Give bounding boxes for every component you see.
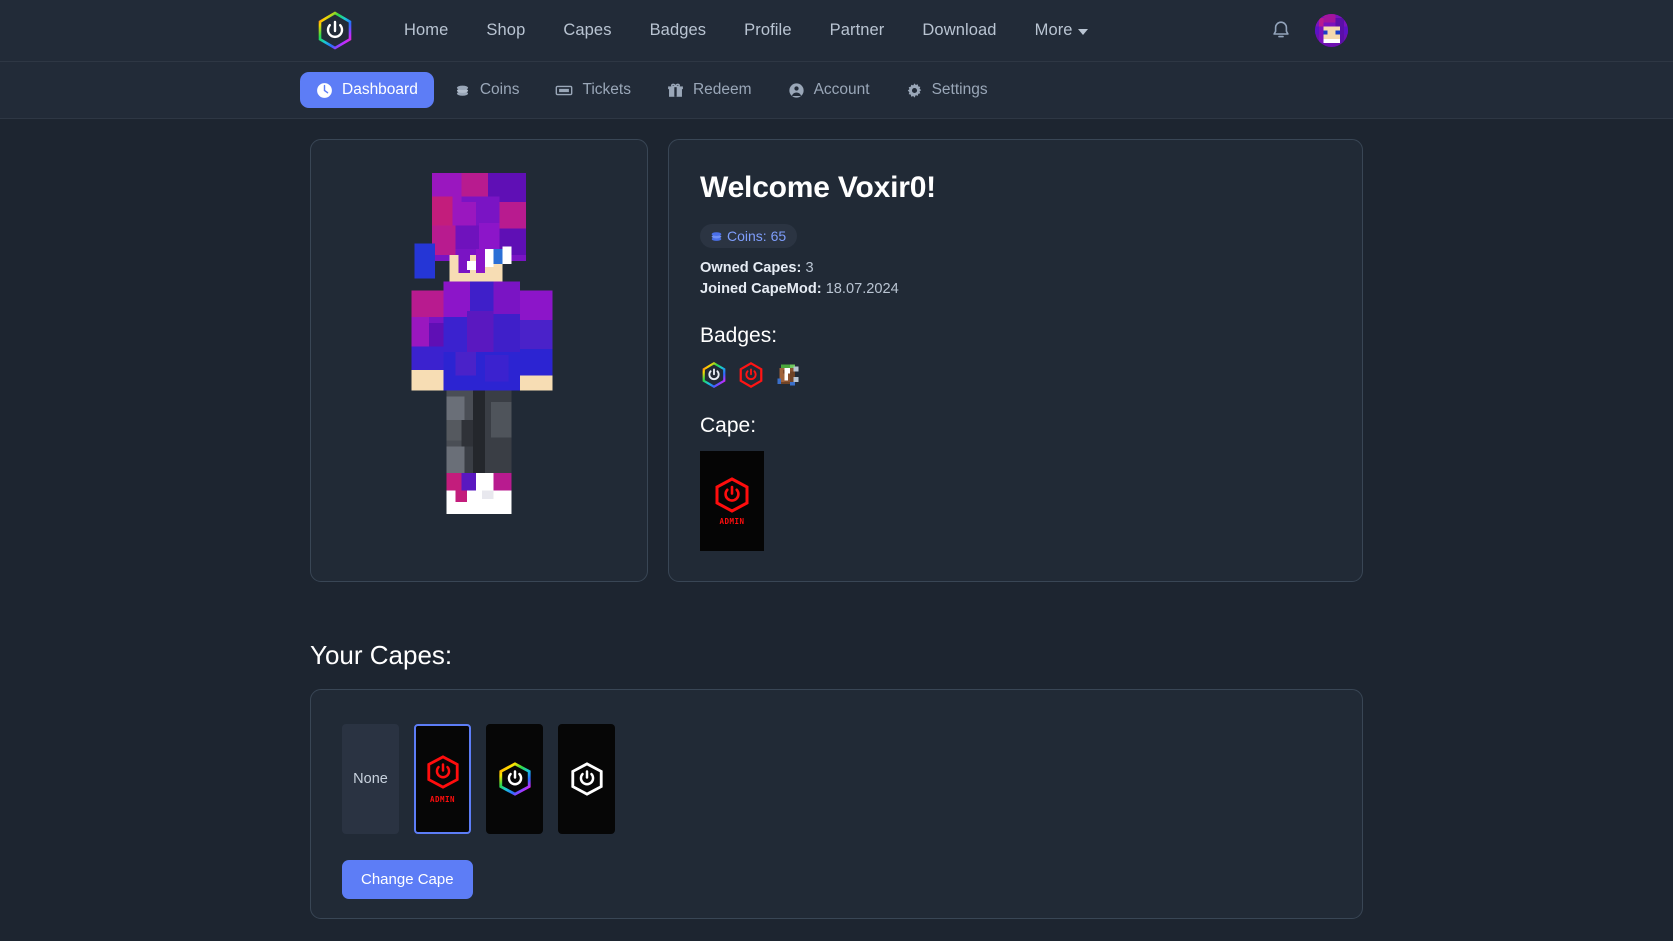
joined-value: 18.07.2024	[825, 280, 899, 297]
cape-option-admin[interactable]: ADMIN	[414, 724, 471, 834]
white-hexagon-icon	[570, 762, 603, 796]
badges-row	[700, 361, 1362, 389]
rainbow-hexagon-icon	[498, 762, 531, 796]
coins-icon	[456, 85, 468, 96]
profile-summary-card: Welcome Voxir0! Coins: 65 Owned Capes: 3…	[668, 139, 1363, 582]
cape-option-rainbow[interactable]	[486, 724, 543, 834]
current-cape-label: ADMIN	[719, 517, 745, 527]
nav-right-cluster	[1269, 14, 1673, 47]
ticket-icon	[556, 85, 573, 95]
nav-item-capes[interactable]: Capes	[544, 15, 630, 46]
admin-hexagon-icon	[426, 755, 459, 789]
coins-badge-label: Coins: 65	[727, 228, 787, 244]
subnav-label-coins: Coins	[479, 81, 520, 98]
avatar-skin-icon	[1315, 14, 1348, 47]
subnav-label-redeem: Redeem	[692, 81, 752, 98]
owned-capes-value: 3	[805, 260, 814, 276]
capes-options-row: None ADMIN	[342, 724, 1362, 834]
coins-badge[interactable]: Coins: 65	[700, 224, 798, 248]
dashboard-top-row: Welcome Voxir0! Coins: 65 Owned Capes: 3…	[0, 119, 1673, 582]
coins-icon	[711, 231, 722, 241]
subnav-label-settings: Settings	[931, 81, 988, 98]
skin-preview-card	[310, 139, 648, 582]
minecraft-skin-render	[411, 172, 553, 514]
cape-option-white[interactable]	[558, 724, 615, 834]
cape-heading: Cape:	[700, 414, 757, 438]
page-title: Welcome Voxir0!	[700, 171, 936, 204]
bell-icon[interactable]	[1269, 19, 1293, 43]
pixel-item-badge-icon[interactable]	[774, 361, 802, 389]
subnav-item-redeem[interactable]: Redeem	[651, 72, 768, 108]
cape-option-none[interactable]: None	[342, 724, 399, 834]
nav-item-profile[interactable]: Profile	[725, 15, 810, 46]
cape-option-admin-label: ADMIN	[429, 795, 456, 804]
primary-nav-links: Home Shop Capes Badges Profile Partner D…	[385, 15, 1100, 46]
top-navigation-bar: Home Shop Capes Badges Profile Partner D…	[0, 0, 1673, 62]
change-cape-button[interactable]: Change Cape	[342, 860, 473, 899]
your-capes-card: None ADMIN Change Cape	[310, 689, 1363, 919]
nav-item-download[interactable]: Download	[903, 15, 1015, 46]
joined-line: Joined CapeMod: 18.07.2024	[700, 279, 1362, 300]
subnav-item-dashboard[interactable]: Dashboard	[300, 72, 434, 108]
subnav-item-tickets[interactable]: Tickets	[539, 72, 647, 108]
red-hexagon-badge-icon[interactable]	[737, 361, 765, 389]
nav-item-home[interactable]: Home	[385, 15, 467, 46]
subnav-item-settings[interactable]: Settings	[890, 72, 1004, 108]
dashboard-icon	[317, 82, 332, 98]
subnav-label-account: Account	[813, 81, 870, 98]
page-content: Welcome Voxir0! Coins: 65 Owned Capes: 3…	[0, 119, 1673, 919]
badges-heading: Badges:	[700, 324, 778, 348]
cape-option-none-label: None	[353, 771, 388, 787]
chevron-down-icon	[1077, 29, 1088, 35]
account-circle-icon	[788, 82, 804, 98]
your-capes-heading: Your Capes:	[310, 640, 453, 670]
gift-icon	[668, 83, 683, 97]
admin-hexagon-icon	[715, 477, 749, 514]
joined-label: Joined CapeMod:	[700, 280, 822, 297]
rainbow-hexagon-badge-icon[interactable]	[700, 361, 728, 389]
owned-capes-line: Owned Capes: 3	[700, 258, 1362, 279]
hexagon-power-logo-icon	[318, 10, 352, 50]
subnav-label-tickets: Tickets	[582, 81, 631, 98]
nav-item-partner[interactable]: Partner	[811, 15, 904, 46]
nav-item-more[interactable]: More	[1016, 15, 1100, 46]
site-logo[interactable]	[313, 9, 357, 53]
subnav-label-dashboard: Dashboard	[342, 81, 418, 98]
subnav-item-coins[interactable]: Coins	[438, 72, 536, 108]
owned-capes-label: Owned Capes:	[700, 260, 802, 276]
secondary-navigation: Dashboard Coins Tickets Redeem Account S…	[0, 62, 1673, 119]
nav-item-badges[interactable]: Badges	[631, 15, 726, 46]
nav-item-more-label: More	[1034, 21, 1073, 39]
subnav-item-account[interactable]: Account	[772, 72, 886, 108]
gear-icon	[907, 82, 921, 98]
current-cape-preview: ADMIN	[700, 451, 764, 552]
user-avatar[interactable]	[1315, 14, 1348, 47]
nav-item-shop[interactable]: Shop	[467, 15, 544, 46]
